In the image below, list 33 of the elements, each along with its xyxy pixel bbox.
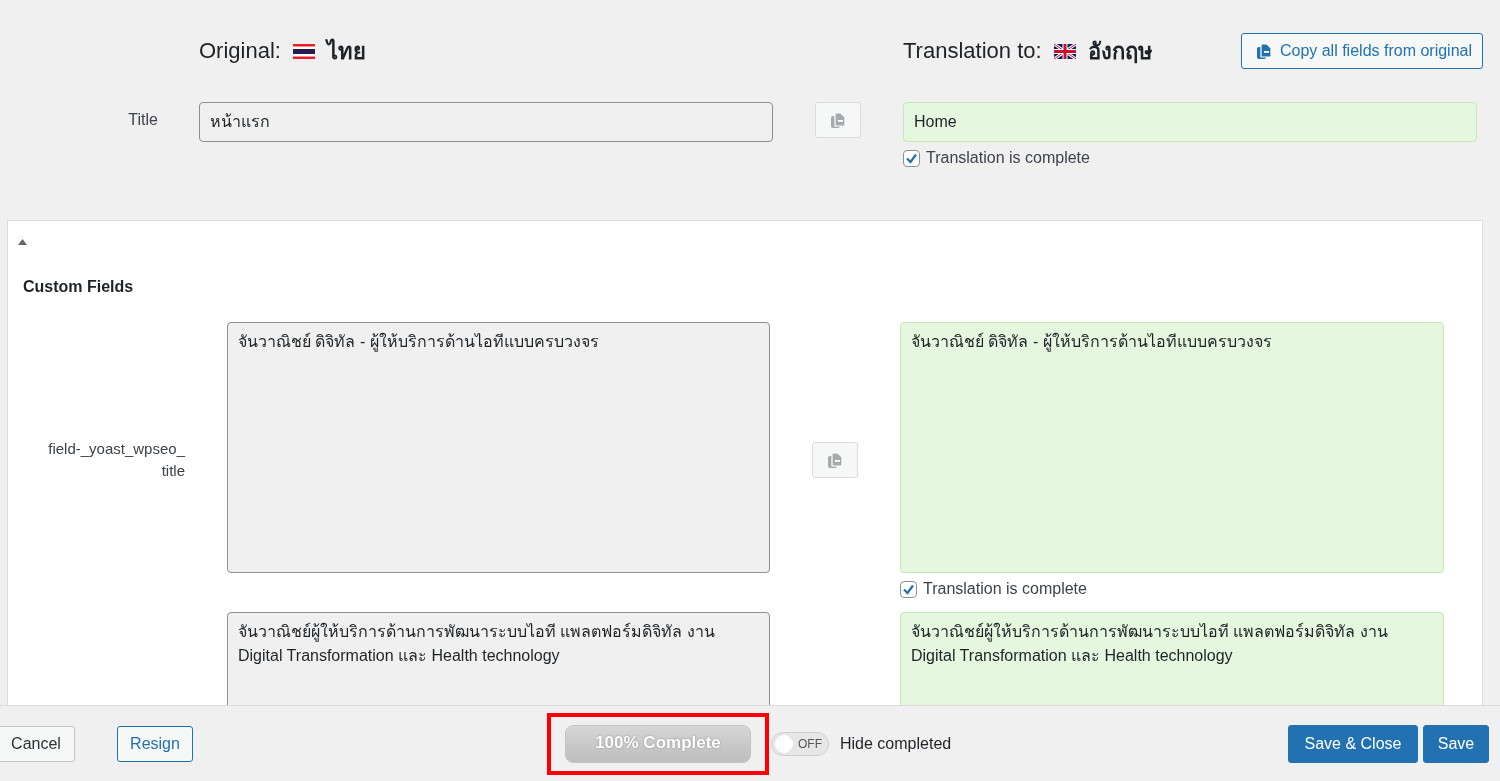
language-name: อังกฤษ <box>1087 37 1153 66</box>
resign-button[interactable]: Resign <box>117 725 193 762</box>
toggle-switch[interactable]: OFF <box>771 731 829 756</box>
checkbox-label: Translation is complete <box>923 580 1087 598</box>
save-button[interactable]: Save <box>1423 724 1489 763</box>
text-area[interactable]: จันวาณิชย์ผู้ให้บริการด้านการพัฒนาระบบไอที แพลตฟอร์มดิจิทัล งาน Digital Transformation และ Health technology <box>900 612 1444 705</box>
copy-icon <box>827 451 843 469</box>
input-field[interactable]: Home <box>903 102 1477 142</box>
input-field[interactable]: หน้าแรก <box>199 102 773 142</box>
text-area[interactable]: จันวาณิชย์ ดิจิทัล - ผู้ให้บริการด้านไอทีแบบครบวงจร <box>227 322 770 573</box>
uk-flag-icon <box>1053 43 1076 59</box>
field-label: Title <box>127 110 159 130</box>
section-heading: Custom Fields <box>23 278 135 296</box>
language-name: ไทย <box>326 37 366 66</box>
thai-flag-icon <box>292 43 315 59</box>
text-area[interactable]: จันวาณิชย์ผู้ให้บริการด้านการพัฒนาระบบไอที แพลตฟอร์มดิจิทัล งาน Digital Transformation และ Health technology <box>227 612 770 705</box>
copy-all-button[interactable]: Copy all fields from original <box>1240 33 1483 69</box>
checkmark-icon <box>905 152 918 164</box>
copy-icon <box>1255 42 1272 60</box>
collapse-icon[interactable] <box>18 238 27 246</box>
cancel-button[interactable]: Cancel <box>0 725 75 762</box>
checkbox[interactable] <box>903 149 920 167</box>
save-and-close-button[interactable]: Save & Close <box>1288 724 1418 763</box>
checkbox[interactable] <box>900 580 917 598</box>
copy-icon <box>830 111 846 129</box>
progress-label: 100% Complete <box>594 732 722 753</box>
checkmark-icon <box>902 583 915 595</box>
field-label: field-_yoast_wpseo_title <box>47 439 185 481</box>
original-label: Original: <box>199 38 281 64</box>
translation-label: Translation to: <box>903 38 1042 64</box>
toggle-label: Hide completed <box>840 734 952 753</box>
text-area[interactable]: จันวาณิชย์ ดิจิทัล - ผู้ให้บริการด้านไอทีแบบครบวงจร <box>900 322 1444 573</box>
checkbox-label: Translation is complete <box>926 149 1090 167</box>
